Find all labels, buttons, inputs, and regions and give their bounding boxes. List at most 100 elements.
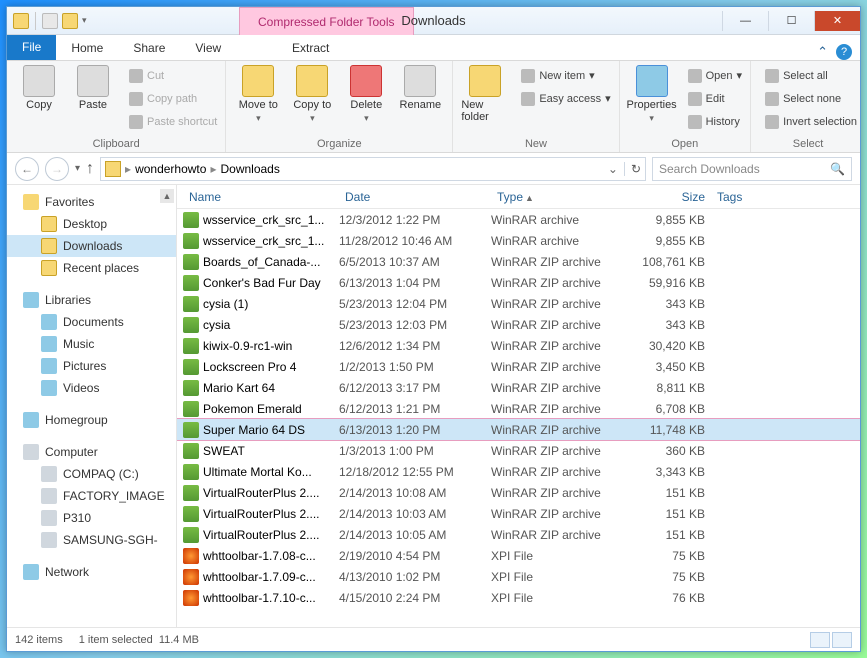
breadcrumb-segment[interactable]: wonderhowto <box>135 162 206 176</box>
minimize-button[interactable]: — <box>722 11 768 31</box>
address-dropdown-icon[interactable]: ⌄ <box>608 162 618 176</box>
open-button[interactable]: Open ▾ <box>682 65 742 86</box>
qat-button[interactable] <box>62 13 78 29</box>
file-date: 2/19/2010 4:54 PM <box>339 549 491 563</box>
qat-button[interactable] <box>42 13 58 29</box>
qat-dropdown-icon[interactable]: ▾ <box>82 15 87 26</box>
easy-access-button[interactable]: Easy access ▾ <box>515 88 610 109</box>
paste-button[interactable]: Paste <box>69 65 117 111</box>
maximize-button[interactable]: ☐ <box>768 11 814 31</box>
file-rows[interactable]: wsservice_crk_src_1...12/3/2012 1:22 PMW… <box>177 209 860 627</box>
nav-item[interactable]: Music <box>7 333 176 355</box>
search-input[interactable]: Search Downloads 🔍 <box>652 157 852 181</box>
file-row[interactable]: wsservice_crk_src_1...11/28/2012 10:46 A… <box>177 230 860 251</box>
file-row[interactable]: Boards_of_Canada-...6/5/2013 10:37 AMWin… <box>177 251 860 272</box>
file-row[interactable]: Lockscreen Pro 41/2/2013 1:50 PMWinRAR Z… <box>177 356 860 377</box>
back-button[interactable]: ← <box>15 157 39 181</box>
file-date: 6/12/2013 3:17 PM <box>339 381 491 395</box>
file-row[interactable]: Mario Kart 646/12/2013 3:17 PMWinRAR ZIP… <box>177 377 860 398</box>
copy-button[interactable]: Copy <box>15 65 63 111</box>
file-row[interactable]: wsservice_crk_src_1...12/3/2012 1:22 PMW… <box>177 209 860 230</box>
tab-home[interactable]: Home <box>56 36 118 60</box>
file-row[interactable]: VirtualRouterPlus 2....2/14/2013 10:05 A… <box>177 524 860 545</box>
nav-network[interactable]: Network <box>7 561 176 583</box>
rename-button[interactable]: Rename <box>396 65 444 111</box>
nav-item[interactable]: Documents <box>7 311 176 333</box>
file-row[interactable]: cysia (1)5/23/2013 12:04 PMWinRAR ZIP ar… <box>177 293 860 314</box>
navigation-pane[interactable]: ▲ Favorites DesktopDownloadsRecent place… <box>7 185 177 627</box>
file-row[interactable]: SWEAT1/3/2013 1:00 PMWinRAR ZIP archive3… <box>177 440 860 461</box>
nav-item[interactable]: P310 <box>7 507 176 529</box>
chevron-right-icon[interactable]: ▸ <box>210 162 216 176</box>
delete-button[interactable]: Delete <box>342 65 390 124</box>
nav-favorites[interactable]: Favorites <box>7 191 176 213</box>
file-row[interactable]: VirtualRouterPlus 2....2/14/2013 10:03 A… <box>177 503 860 524</box>
view-thumbnails-button[interactable] <box>832 632 852 648</box>
nav-item[interactable]: FACTORY_IMAGE <box>7 485 176 507</box>
file-row[interactable]: Super Mario 64 DS6/13/2013 1:20 PMWinRAR… <box>177 419 860 440</box>
new-folder-button[interactable]: New folder <box>461 65 509 123</box>
copy-path-button[interactable]: Copy path <box>123 88 217 109</box>
chevron-right-icon[interactable]: ▸ <box>125 162 131 176</box>
nav-homegroup[interactable]: Homegroup <box>7 409 176 431</box>
tab-share[interactable]: Share <box>118 36 180 60</box>
col-name[interactable]: Name <box>183 190 339 204</box>
file-row[interactable]: VirtualRouterPlus 2....2/14/2013 10:08 A… <box>177 482 860 503</box>
select-none-button[interactable]: Select none <box>759 88 857 109</box>
file-row[interactable]: Ultimate Mortal Ko...12/18/2012 12:55 PM… <box>177 461 860 482</box>
file-icon <box>183 338 199 354</box>
group-select: Select all Select none Invert selection … <box>751 61 865 152</box>
select-all-button[interactable]: Select all <box>759 65 857 86</box>
file-row[interactable]: cysia5/23/2013 12:03 PMWinRAR ZIP archiv… <box>177 314 860 335</box>
file-row[interactable]: whttoolbar-1.7.10-c...4/15/2010 2:24 PMX… <box>177 587 860 608</box>
nav-libraries[interactable]: Libraries <box>7 289 176 311</box>
cut-button[interactable]: Cut <box>123 65 217 86</box>
breadcrumb[interactable]: ▸ wonderhowto ▸ Downloads ⌄ ↻ <box>100 157 646 181</box>
scroll-up-icon[interactable]: ▲ <box>160 189 174 203</box>
recent-locations-icon[interactable]: ▾ <box>75 163 80 174</box>
title-bar[interactable]: ▾ Compressed Folder Tools Downloads — ☐ … <box>7 7 860 35</box>
paste-shortcut-button[interactable]: Paste shortcut <box>123 111 217 132</box>
context-tab[interactable]: Compressed Folder Tools <box>239 7 414 35</box>
file-name: wsservice_crk_src_1... <box>203 213 339 227</box>
close-button[interactable]: ✕ <box>814 11 860 31</box>
nav-item[interactable]: Videos <box>7 377 176 399</box>
move-to-button[interactable]: Move to <box>234 65 282 124</box>
nav-computer[interactable]: Computer <box>7 441 176 463</box>
tab-view[interactable]: View <box>180 36 236 60</box>
file-row[interactable]: whttoolbar-1.7.09-c...4/13/2010 1:02 PMX… <box>177 566 860 587</box>
new-item-button[interactable]: New item ▾ <box>515 65 610 86</box>
properties-button[interactable]: Properties <box>628 65 676 124</box>
col-date[interactable]: Date <box>339 190 491 204</box>
file-row[interactable]: kiwix-0.9-rc1-win12/6/2012 1:34 PMWinRAR… <box>177 335 860 356</box>
group-label: Clipboard <box>15 136 217 150</box>
file-row[interactable]: Pokemon Emerald6/12/2013 1:21 PMWinRAR Z… <box>177 398 860 419</box>
copy-to-button[interactable]: Copy to <box>288 65 336 124</box>
view-details-button[interactable] <box>810 632 830 648</box>
nav-item[interactable]: Pictures <box>7 355 176 377</box>
nav-item[interactable]: Recent places <box>7 257 176 279</box>
invert-selection-button[interactable]: Invert selection <box>759 111 857 132</box>
nav-item[interactable]: Desktop <box>7 213 176 235</box>
file-icon <box>183 590 199 606</box>
file-date: 6/12/2013 1:21 PM <box>339 402 491 416</box>
col-tags[interactable]: Tags <box>711 190 860 204</box>
file-date: 6/13/2013 1:20 PM <box>339 423 491 437</box>
up-button[interactable]: ↑ <box>86 160 94 178</box>
file-row[interactable]: Conker's Bad Fur Day6/13/2013 1:04 PMWin… <box>177 272 860 293</box>
refresh-button[interactable]: ↻ <box>624 162 641 176</box>
edit-button[interactable]: Edit <box>682 88 742 109</box>
forward-button[interactable]: → <box>45 157 69 181</box>
col-type[interactable]: Type▲ <box>491 190 631 204</box>
nav-item[interactable]: Downloads <box>7 235 176 257</box>
col-size[interactable]: Size <box>631 190 711 204</box>
minimize-ribbon-icon[interactable]: ⌃ <box>817 44 828 60</box>
help-icon[interactable]: ? <box>836 44 852 60</box>
history-button[interactable]: History <box>682 111 742 132</box>
nav-item[interactable]: COMPAQ (C:) <box>7 463 176 485</box>
tab-file[interactable]: File <box>7 35 56 60</box>
tab-extract[interactable]: Extract <box>277 36 344 60</box>
file-row[interactable]: whttoolbar-1.7.08-c...2/19/2010 4:54 PMX… <box>177 545 860 566</box>
breadcrumb-segment[interactable]: Downloads <box>220 162 279 176</box>
nav-item[interactable]: SAMSUNG-SGH- <box>7 529 176 551</box>
